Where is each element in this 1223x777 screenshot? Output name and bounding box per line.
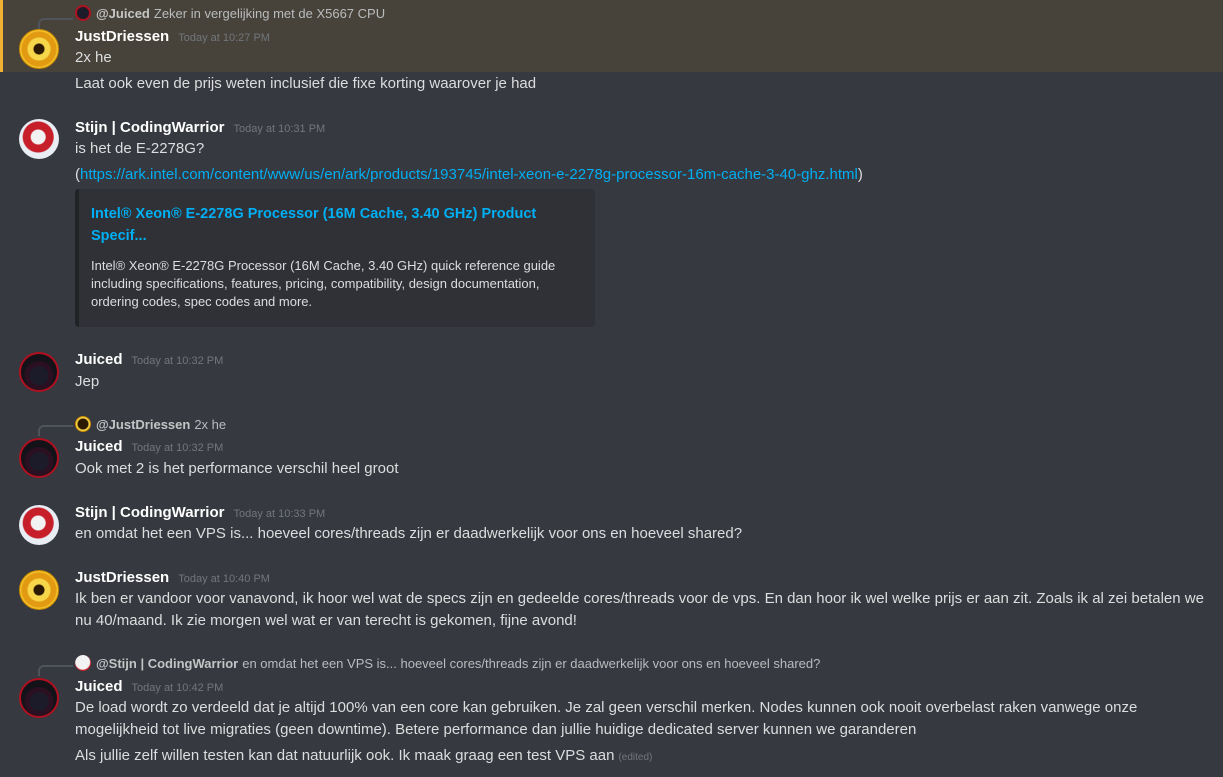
reply-preview[interactable]: @Stijn | CodingWarrior en omdat het een …	[75, 654, 820, 672]
message-header: Stijn | CodingWarrior Today at 10:31 PM	[75, 119, 325, 136]
reply-spine	[38, 665, 73, 676]
message-text: Als jullie zelf willen testen kan dat na…	[75, 745, 652, 769]
author-name[interactable]: Stijn | CodingWarrior	[75, 504, 224, 521]
reply-spine	[38, 18, 73, 29]
message-text: Laat ook even de prijs weten inclusief d…	[75, 75, 537, 92]
avatar[interactable]	[19, 29, 59, 69]
avatar[interactable]	[19, 438, 59, 478]
avatar[interactable]	[19, 678, 59, 718]
author-name[interactable]: JustDriessen	[75, 28, 169, 45]
message-text: 2x he	[75, 49, 112, 66]
avatar[interactable]	[19, 119, 59, 159]
reply-text[interactable]: en omdat het een VPS is... hoeveel cores…	[242, 656, 820, 671]
timestamp: Today at 10:32 PM	[131, 355, 224, 367]
message-header: JustDriessen Today at 10:27 PM	[75, 28, 270, 45]
message-header: Juiced Today at 10:32 PM	[75, 438, 223, 455]
edited-label: (edited)	[618, 752, 653, 763]
message-text: Jep	[75, 373, 100, 390]
message-text-link-line: (https://ark.intel.com/content/www/us/en…	[75, 164, 863, 186]
reply-preview[interactable]: @Juiced Zeker in vergelijking met de X56…	[75, 4, 385, 22]
author-name[interactable]: Juiced	[75, 351, 123, 368]
reply-author[interactable]: @JustDriessen	[96, 417, 190, 432]
author-name[interactable]: JustDriessen	[75, 569, 169, 586]
message-text: Ik ben er vandoor voor vanavond, ik hoor…	[75, 590, 1204, 629]
avatar[interactable]	[19, 570, 59, 610]
reply-avatar	[75, 5, 91, 21]
reply-text[interactable]: Zeker in vergelijking met de X5667 CPU	[154, 6, 385, 21]
message-header: Juiced Today at 10:32 PM	[75, 351, 223, 368]
timestamp: Today at 10:27 PM	[178, 32, 270, 44]
message-text: en omdat het een VPS is... hoeveel cores…	[75, 525, 743, 542]
message-text: is het de E-2278G?	[75, 140, 205, 157]
reply-author[interactable]: @Juiced	[96, 6, 150, 21]
avatar[interactable]	[19, 352, 59, 392]
reply-preview[interactable]: @JustDriessen 2x he	[75, 415, 226, 433]
message-text: Ook met 2 is het performance verschil he…	[75, 460, 399, 477]
message-text: De load wordt zo verdeeld dat je altijd …	[75, 699, 1138, 738]
message-link[interactable]: https://ark.intel.com/content/www/us/en/…	[80, 166, 858, 183]
message-header: Juiced Today at 10:42 PM	[75, 678, 223, 695]
reply-text[interactable]: 2x he	[194, 417, 226, 432]
message-header: JustDriessen Today at 10:40 PM	[75, 569, 270, 586]
message-header: Stijn | CodingWarrior Today at 10:33 PM	[75, 504, 325, 521]
link-paren-close: )	[857, 166, 863, 183]
timestamp: Today at 10:31 PM	[233, 123, 326, 135]
author-name[interactable]: Stijn | CodingWarrior	[75, 119, 224, 136]
reply-author[interactable]: @Stijn | CodingWarrior	[96, 656, 238, 671]
timestamp: Today at 10:40 PM	[178, 573, 270, 585]
reply-avatar	[75, 416, 91, 432]
embed-description: Intel® Xeon® E-2278G Processor (16M Cach…	[91, 258, 556, 309]
link-embed: Intel® Xeon® E-2278G Processor (16M Cach…	[75, 189, 595, 327]
author-name[interactable]: Juiced	[75, 438, 123, 455]
reply-spine	[38, 425, 73, 436]
timestamp: Today at 10:33 PM	[233, 508, 326, 520]
timestamp: Today at 10:32 PM	[131, 442, 224, 454]
reply-avatar	[75, 655, 91, 671]
author-name[interactable]: Juiced	[75, 678, 123, 695]
avatar[interactable]	[19, 505, 59, 545]
message-text-content: Als jullie zelf willen testen kan dat na…	[75, 747, 615, 764]
embed-title[interactable]: Intel® Xeon® E-2278G Processor (16M Cach…	[91, 203, 561, 247]
timestamp: Today at 10:42 PM	[131, 682, 224, 694]
